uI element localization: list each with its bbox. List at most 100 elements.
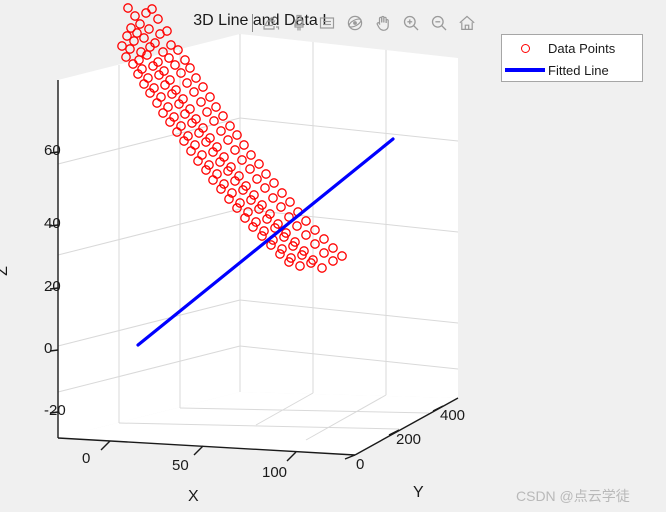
data-point [143,73,153,83]
data-point [215,157,225,167]
data-point [265,209,275,219]
data-point [225,121,235,131]
data-point [319,248,329,258]
data-point [179,136,189,146]
pan-icon[interactable] [370,10,396,36]
data-point [205,133,215,143]
matlab-figure-window: -200204060 050100 0200400 X Y Z 3D Line … [0,0,666,512]
data-point [176,121,186,131]
data-point [182,78,192,88]
data-point [173,45,183,55]
zoom-out-icon[interactable] [426,10,452,36]
data-point [230,176,240,186]
data-point [176,68,186,78]
data-point [301,216,311,226]
data-point [149,83,159,93]
data-point [155,29,165,39]
data-point [259,226,269,236]
data-point [185,63,195,73]
data-point [142,50,152,60]
data-point [194,128,204,138]
data-point [216,184,226,194]
data-point [301,230,311,240]
data-point [328,243,338,253]
zoom-in-icon[interactable] [398,10,424,36]
data-point [186,146,196,156]
plot-legend[interactable]: Data Points Fitted Line [501,34,643,82]
fitted-line-path [136,137,395,347]
axes-primary-lines [57,80,459,456]
data-point [224,194,234,204]
data-point [337,251,347,261]
home-icon[interactable] [454,10,480,36]
data-point [299,246,309,256]
data-point [170,60,180,70]
data-point [122,31,132,41]
data-point [254,204,264,214]
data-point [284,257,294,267]
data-point [269,178,279,188]
data-point [275,249,285,259]
data-point [218,111,228,121]
export-icon[interactable] [258,10,284,36]
data-point [129,36,139,46]
data-point [208,147,218,157]
data-point [189,87,199,97]
data-point [292,221,302,231]
data-point [268,235,278,245]
rotate3d-icon[interactable] [342,10,368,36]
datatip-icon[interactable] [314,10,340,36]
data-point [295,261,305,271]
data-point [202,107,212,117]
data-point [286,253,296,263]
data-point [183,131,193,141]
data-point [276,202,286,212]
data-point [223,135,233,145]
data-point [308,255,318,265]
brush-icon[interactable] [286,10,312,36]
data-point [243,207,253,217]
data-point [128,59,138,69]
data-point [154,70,164,80]
data-point [230,145,240,155]
data-point [251,217,261,227]
data-point [172,127,182,137]
data-point [240,213,250,223]
data-point [223,166,233,176]
axes-walls [58,34,458,455]
data-point [191,114,201,124]
data-point [145,42,155,52]
data-point [270,223,280,233]
data-point [134,55,144,65]
data-point [145,88,155,98]
data-point [132,28,142,38]
tick-label: 400 [440,407,466,424]
data-point [306,258,316,268]
data-point [227,188,237,198]
data-point [246,195,256,205]
data-point [139,79,149,89]
data-point [133,69,143,79]
data-point [241,181,251,191]
data-point [158,47,168,57]
data-point [164,53,174,63]
csdn-watermark: CSDN @点云学徒 [516,488,630,504]
figure-toolbar[interactable] [252,9,480,37]
data-point [185,104,195,114]
data-point [260,183,270,193]
data-point [117,41,127,51]
data-point [285,197,295,207]
data-point [193,156,203,166]
data-point [180,109,190,119]
data-point [293,207,303,217]
data-point [156,92,166,102]
data-point [198,82,208,92]
data-point [266,240,276,250]
data-point [284,212,294,222]
data-point [169,112,179,122]
tick-label: 0 [82,450,91,467]
data-point [150,38,160,48]
data-point [180,55,190,65]
data-point [261,169,271,179]
data-point [121,52,131,62]
